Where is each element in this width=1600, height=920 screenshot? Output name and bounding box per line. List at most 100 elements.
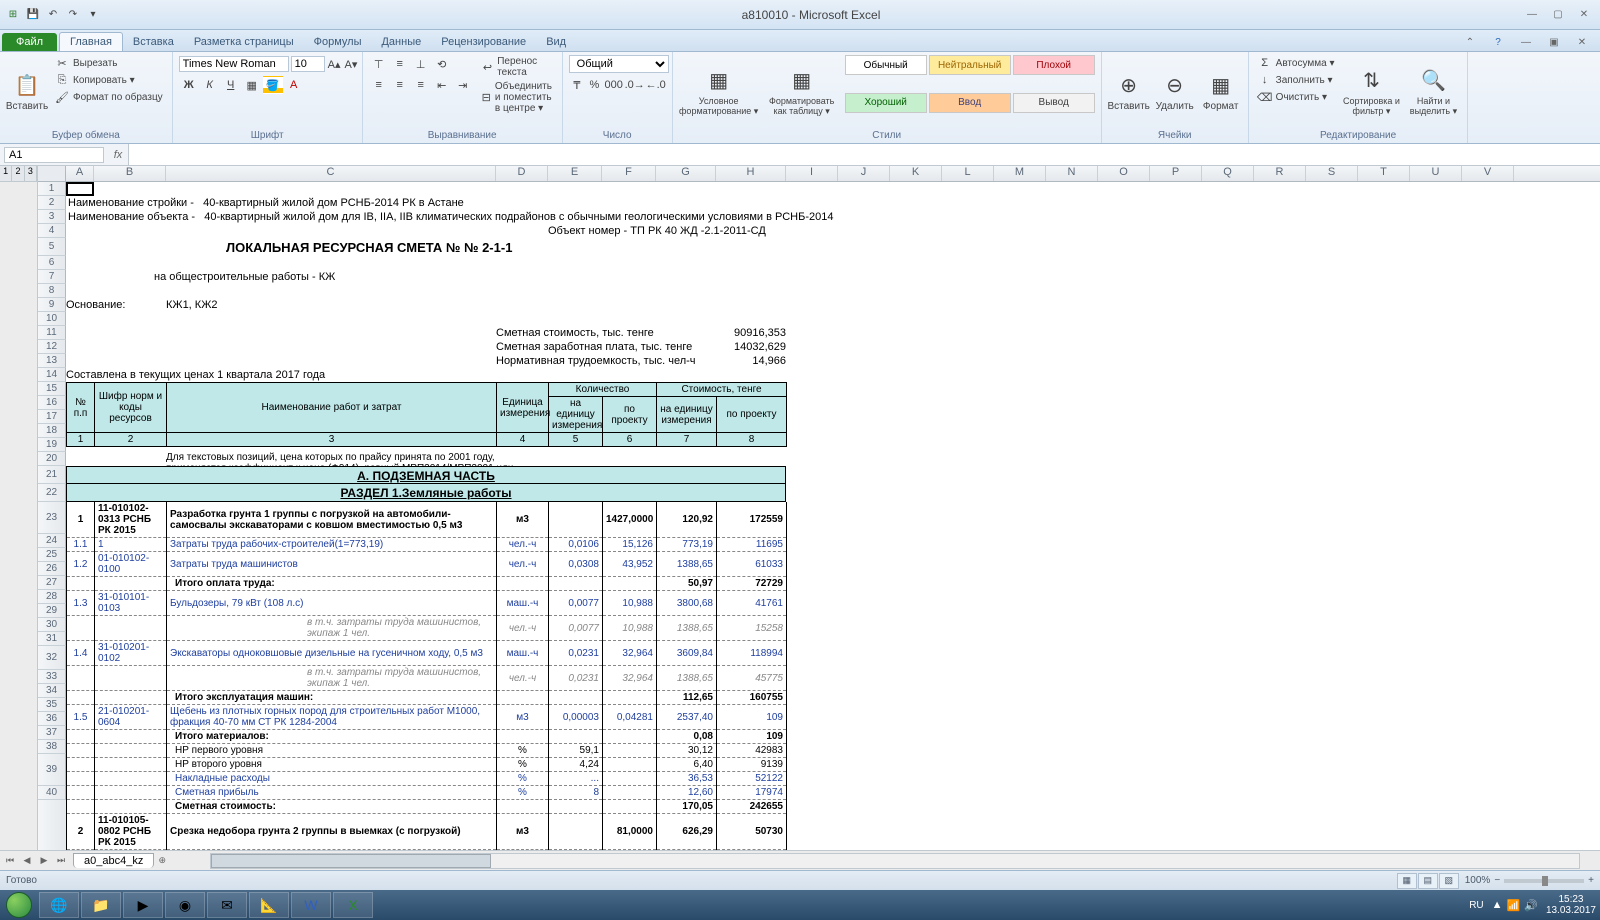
fill-color-button[interactable]: 🪣	[263, 76, 283, 94]
page-break-view-icon[interactable]: ▧	[1439, 873, 1459, 889]
column-header[interactable]: A	[66, 166, 94, 181]
ribbon-minimize-icon[interactable]: ⌃	[1458, 33, 1482, 51]
row-header[interactable]: 11	[38, 326, 66, 340]
row-header[interactable]: 39	[38, 754, 66, 786]
row-header[interactable]: 34	[38, 684, 66, 698]
zoom-thumb[interactable]	[1542, 876, 1548, 886]
undo-icon[interactable]: ↶	[44, 6, 62, 24]
column-header[interactable]: P	[1150, 166, 1202, 181]
column-header[interactable]: J	[838, 166, 890, 181]
new-sheet-icon[interactable]: ⊕	[154, 853, 170, 869]
redo-icon[interactable]: ↷	[64, 6, 82, 24]
help-icon[interactable]: ?	[1486, 33, 1510, 51]
column-header[interactable]: G	[656, 166, 716, 181]
style-cell[interactable]: Обычный	[845, 55, 927, 75]
save-icon[interactable]: 💾	[24, 6, 42, 24]
comma-icon[interactable]: 000	[604, 76, 624, 94]
tab-review[interactable]: Рецензирование	[431, 33, 536, 51]
underline-button[interactable]: Ч	[221, 76, 241, 94]
sort-filter-button[interactable]: ⇅Сортировка и фильтр ▾	[1341, 55, 1401, 128]
row-header[interactable]: 38	[38, 740, 66, 754]
indent-inc-icon[interactable]: ⇥	[453, 76, 473, 94]
select-all-corner[interactable]	[38, 166, 66, 181]
format-as-table-button[interactable]: ▦ Форматировать как таблицу ▾	[763, 55, 841, 128]
wrap-text-button[interactable]: ↩Перенос текста	[479, 55, 560, 79]
taskbar-chrome-icon[interactable]: ◉	[165, 892, 205, 918]
tray-sound-icon[interactable]: 🔊	[1524, 899, 1538, 912]
align-bottom-icon[interactable]: ⊥	[411, 55, 431, 73]
outline-level-3[interactable]: 3	[25, 166, 37, 181]
row-header[interactable]: 8	[38, 284, 66, 298]
column-header[interactable]: H	[716, 166, 786, 181]
row-header[interactable]: 10	[38, 312, 66, 326]
cut-button[interactable]: ✂Вырезать	[52, 55, 166, 71]
column-header[interactable]: C	[166, 166, 496, 181]
clear-button[interactable]: ⌫Очистить ▾	[1255, 89, 1338, 105]
dec-decimal-icon[interactable]: ←.0	[646, 76, 666, 94]
row-header[interactable]: 14	[38, 368, 66, 382]
style-cell[interactable]: Нейтральный	[929, 55, 1011, 75]
row-header[interactable]: 37	[38, 726, 66, 740]
normal-view-icon[interactable]: ▦	[1397, 873, 1417, 889]
orientation-icon[interactable]: ⟲	[432, 55, 452, 73]
style-cell[interactable]: Хороший	[845, 93, 927, 113]
cell-styles-gallery[interactable]: ОбычныйНейтральныйПлохойХорошийВводВывод	[845, 55, 1095, 128]
autosum-button[interactable]: ΣАвтосумма ▾	[1255, 55, 1338, 71]
align-top-icon[interactable]: ⊤	[369, 55, 389, 73]
font-size-combo[interactable]	[291, 56, 325, 72]
system-clock[interactable]: 15:23 13.03.2017	[1546, 894, 1596, 916]
delete-cells-button[interactable]: ⊖Удалить	[1154, 55, 1196, 128]
row-header[interactable]: 3	[38, 210, 66, 224]
tab-home[interactable]: Главная	[59, 32, 123, 51]
row-header[interactable]: 4	[38, 224, 66, 238]
insert-cells-button[interactable]: ⊕Вставить	[1108, 55, 1150, 128]
start-button[interactable]	[0, 890, 38, 920]
border-button[interactable]: ▦	[242, 76, 262, 94]
column-header[interactable]: K	[890, 166, 942, 181]
taskbar-ie-icon[interactable]: 🌐	[39, 892, 79, 918]
file-tab[interactable]: Файл	[2, 33, 57, 51]
row-header[interactable]: 30	[38, 618, 66, 632]
tab-page-layout[interactable]: Разметка страницы	[184, 33, 304, 51]
row-header[interactable]: 19	[38, 438, 66, 452]
close-button[interactable]: ✕	[1572, 6, 1596, 24]
minimize-button[interactable]: —	[1520, 6, 1544, 24]
tab-first-icon[interactable]: ⏮	[2, 853, 18, 869]
column-header[interactable]: I	[786, 166, 838, 181]
italic-button[interactable]: К	[200, 76, 220, 94]
tray-network-icon[interactable]: 📶	[1507, 899, 1521, 912]
percent-icon[interactable]: %	[586, 76, 603, 94]
font-name-combo[interactable]	[179, 56, 289, 72]
column-header[interactable]: V	[1462, 166, 1514, 181]
name-box[interactable]	[4, 147, 104, 163]
column-header[interactable]: Q	[1202, 166, 1254, 181]
currency-icon[interactable]: ₸	[569, 76, 586, 94]
scroll-thumb[interactable]	[211, 854, 491, 868]
grow-font-icon[interactable]: A▴	[327, 55, 342, 73]
doc-close-icon[interactable]: ✕	[1570, 33, 1594, 51]
row-header[interactable]: 27	[38, 576, 66, 590]
column-header[interactable]: M	[994, 166, 1046, 181]
column-header[interactable]: F	[602, 166, 656, 181]
row-header[interactable]: 20	[38, 452, 66, 466]
tab-view[interactable]: Вид	[536, 33, 576, 51]
indent-dec-icon[interactable]: ⇤	[432, 76, 452, 94]
column-header[interactable]: E	[548, 166, 602, 181]
row-header[interactable]: 17	[38, 410, 66, 424]
find-select-button[interactable]: 🔍Найти и выделить ▾	[1405, 55, 1461, 128]
zoom-slider[interactable]	[1504, 879, 1584, 883]
tab-insert[interactable]: Вставка	[123, 33, 184, 51]
cells-canvas[interactable]: Наименование стройки - 40-квартирный жил…	[66, 182, 1600, 850]
style-cell[interactable]: Плохой	[1013, 55, 1095, 75]
fx-icon[interactable]: fx	[108, 149, 128, 161]
column-header[interactable]: U	[1410, 166, 1462, 181]
row-header[interactable]: 16	[38, 396, 66, 410]
row-header[interactable]: 24	[38, 534, 66, 548]
doc-minimize-icon[interactable]: —	[1514, 33, 1538, 51]
tab-prev-icon[interactable]: ◀	[19, 853, 35, 869]
merge-center-button[interactable]: ⊟Объединить и поместить в центре ▾	[479, 80, 560, 115]
row-header[interactable]: 12	[38, 340, 66, 354]
bold-button[interactable]: Ж	[179, 76, 199, 94]
paste-button[interactable]: 📋 Вставить	[6, 55, 48, 128]
row-header[interactable]: 15	[38, 382, 66, 396]
